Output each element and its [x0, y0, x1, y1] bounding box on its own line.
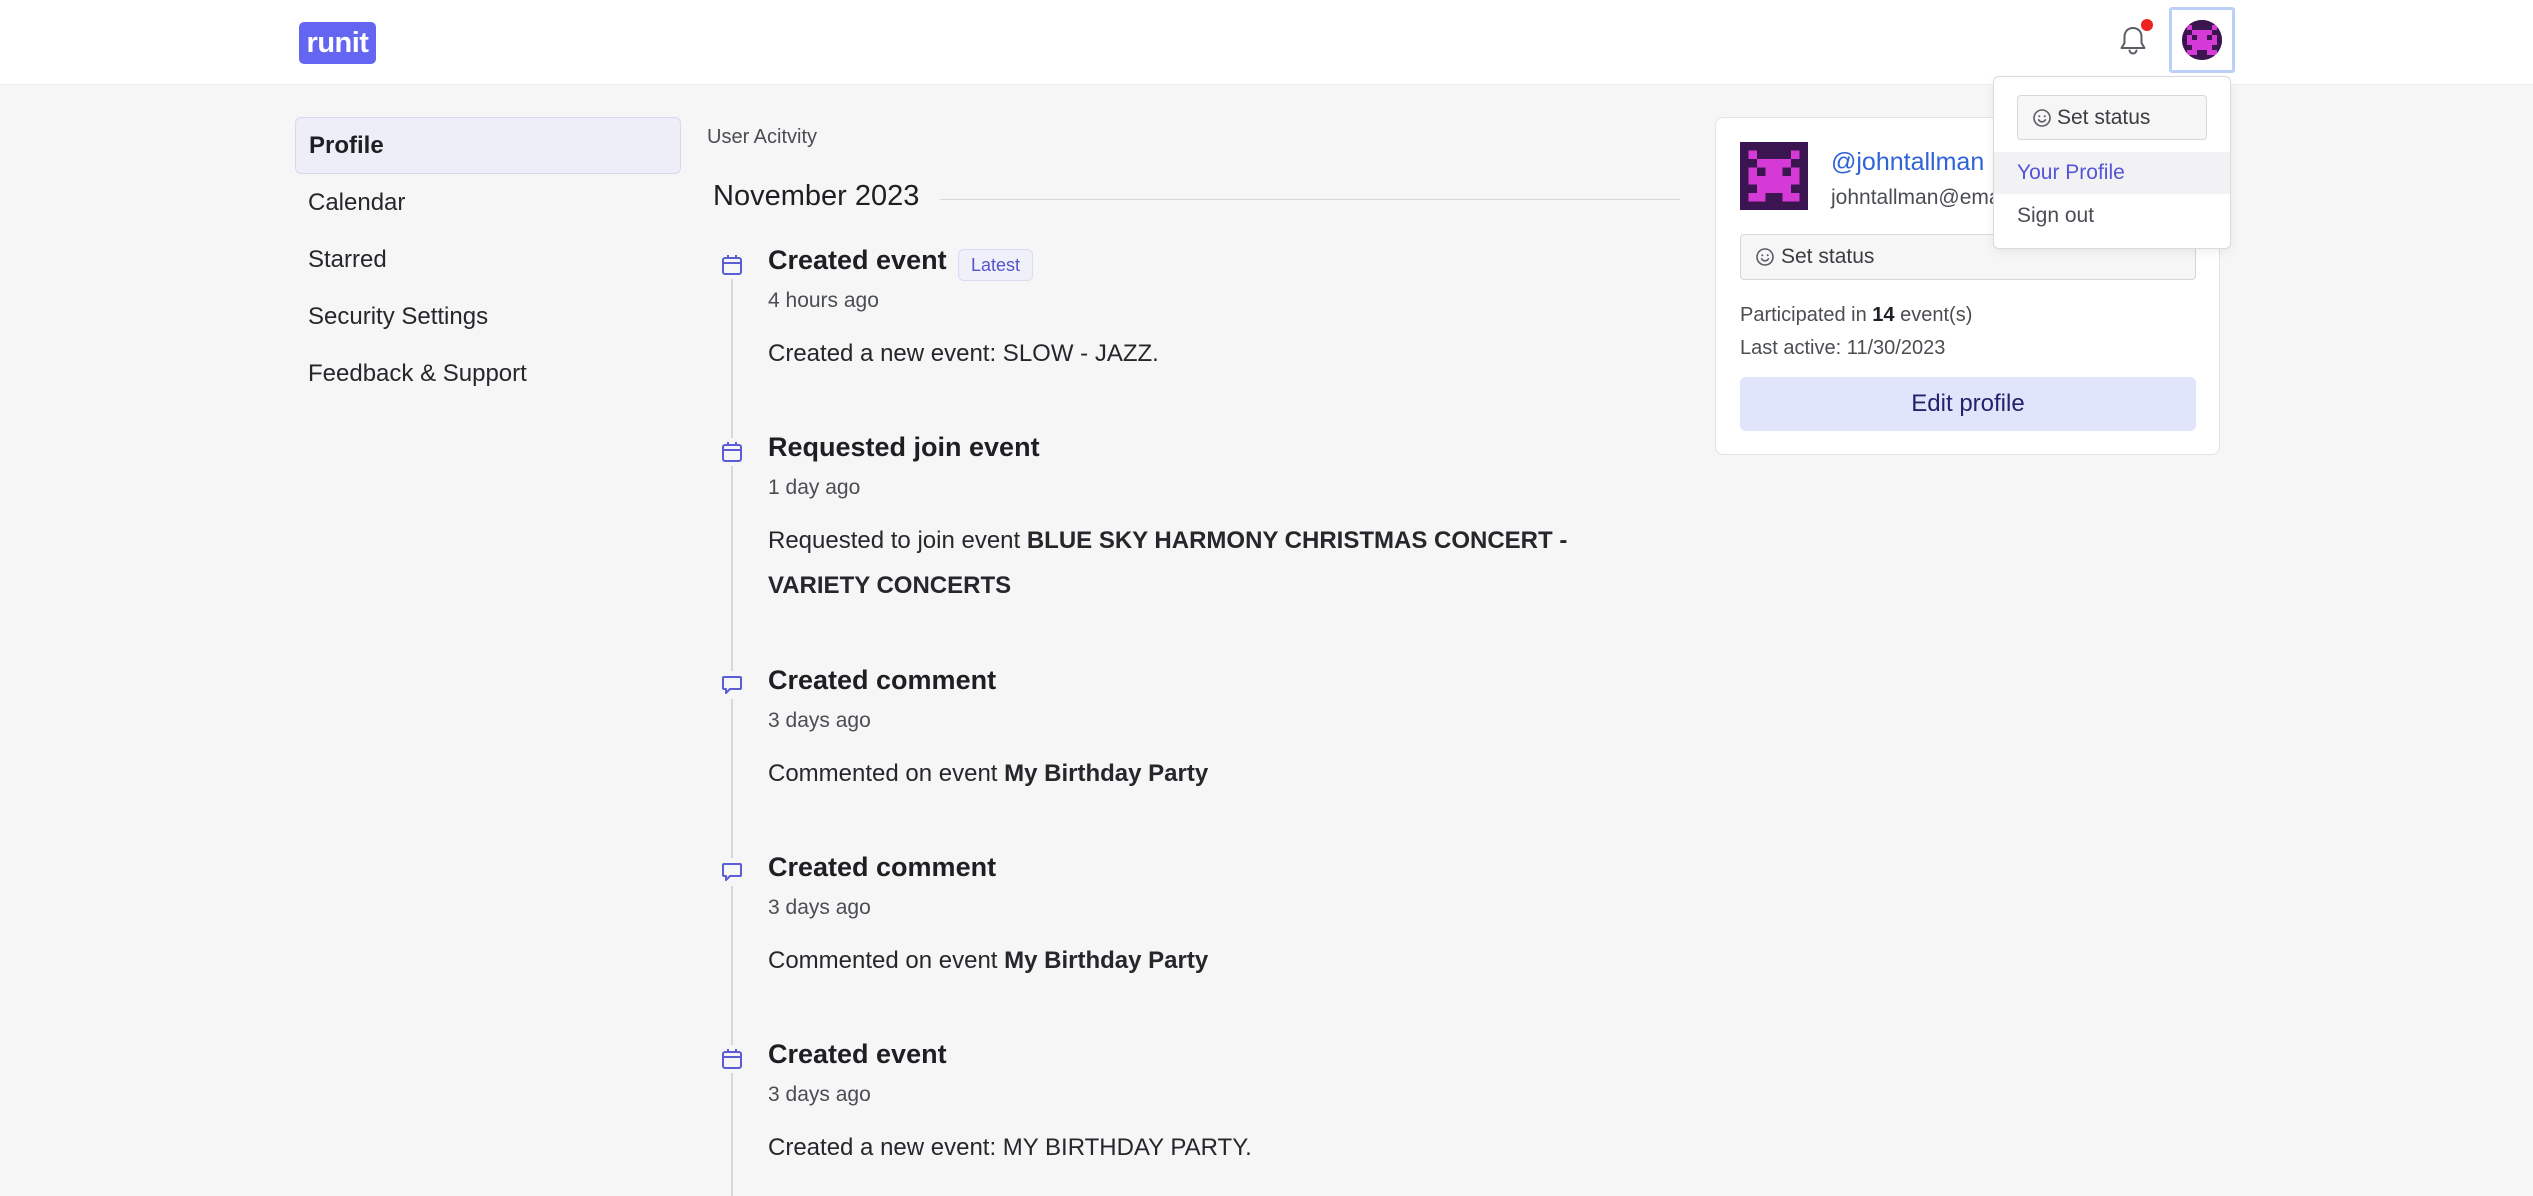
activity-time: 3 days ago [768, 709, 871, 732]
event-name[interactable]: My Birthday Party [1004, 760, 1208, 787]
activity-description: Commented on event My Birthday Party [768, 760, 1209, 787]
avatar-icon [2182, 20, 2222, 60]
month-heading: November 2023 [713, 180, 920, 212]
runit-logo[interactable]: runit [299, 22, 376, 64]
activity-description: Commented on event My Birthday Party [768, 947, 1209, 974]
event-name[interactable]: My Birthday Party [1004, 947, 1208, 974]
sidebar-item-starred[interactable]: Starred [295, 231, 681, 288]
sidebar-item-feedback-support[interactable]: Feedback & Support [295, 345, 681, 402]
participation-stat: Participated in 14 event(s) [1740, 304, 1973, 326]
activity-title: Requested join event [768, 432, 1040, 462]
calendar-icon [718, 251, 746, 279]
activity-title: Created comment [768, 665, 997, 695]
edit-profile-button[interactable]: Edit profile [1740, 377, 2196, 431]
set-status-label: Set status [2057, 105, 2151, 129]
menu-item-sign-out[interactable]: Sign out [1994, 195, 2230, 237]
calendar-icon [718, 1045, 746, 1073]
latest-badge: Latest [958, 249, 1034, 281]
sidebar-item-calendar[interactable]: Calendar [295, 174, 681, 231]
activity-time: 4 hours ago [768, 289, 879, 312]
activity-time: 3 days ago [768, 1083, 871, 1106]
activity-description: Requested to join event BLUE SKY HARMONY… [768, 527, 1568, 599]
set-status-label: Set status [1781, 245, 1875, 268]
comment-icon [718, 858, 746, 886]
sidebar-item-security-settings[interactable]: Security Settings [295, 288, 681, 345]
last-active-stat: Last active: 11/30/2023 [1740, 337, 1946, 359]
smiley-icon [2033, 108, 2051, 127]
user-email: johntallman@ema [1831, 186, 2001, 209]
top-header: runit [0, 0, 2533, 85]
sidebar-nav: Profile Calendar Starred Security Settin… [295, 117, 681, 402]
activity-description: Created a new event: MY BIRTHDAY PARTY. [768, 1134, 1252, 1161]
activity-description: Created a new event: SLOW - JAZZ. [768, 340, 1159, 367]
smiley-icon [1756, 248, 1774, 266]
menu-item-your-profile[interactable]: Your Profile [1994, 152, 2230, 194]
user-menu-button[interactable] [2169, 7, 2235, 73]
notification-dot [2141, 19, 2153, 31]
set-status-button[interactable]: Set status [2017, 95, 2207, 140]
month-divider [940, 199, 1680, 200]
calendar-icon [718, 438, 746, 466]
activity-time: 3 days ago [768, 896, 871, 919]
comment-icon [718, 671, 746, 699]
activity-title: Created event [768, 1039, 947, 1069]
username-link[interactable]: @johntallman [1831, 148, 1984, 177]
section-title: User Acitvity [707, 126, 818, 148]
activity-title: Created event [768, 245, 947, 275]
user-menu-dropdown: Set status Your Profile Sign out [1993, 76, 2231, 249]
avatar-icon [1740, 142, 1808, 210]
activity-title: Created comment [768, 852, 997, 882]
activity-time: 1 day ago [768, 476, 861, 499]
sidebar-item-profile[interactable]: Profile [295, 117, 681, 174]
